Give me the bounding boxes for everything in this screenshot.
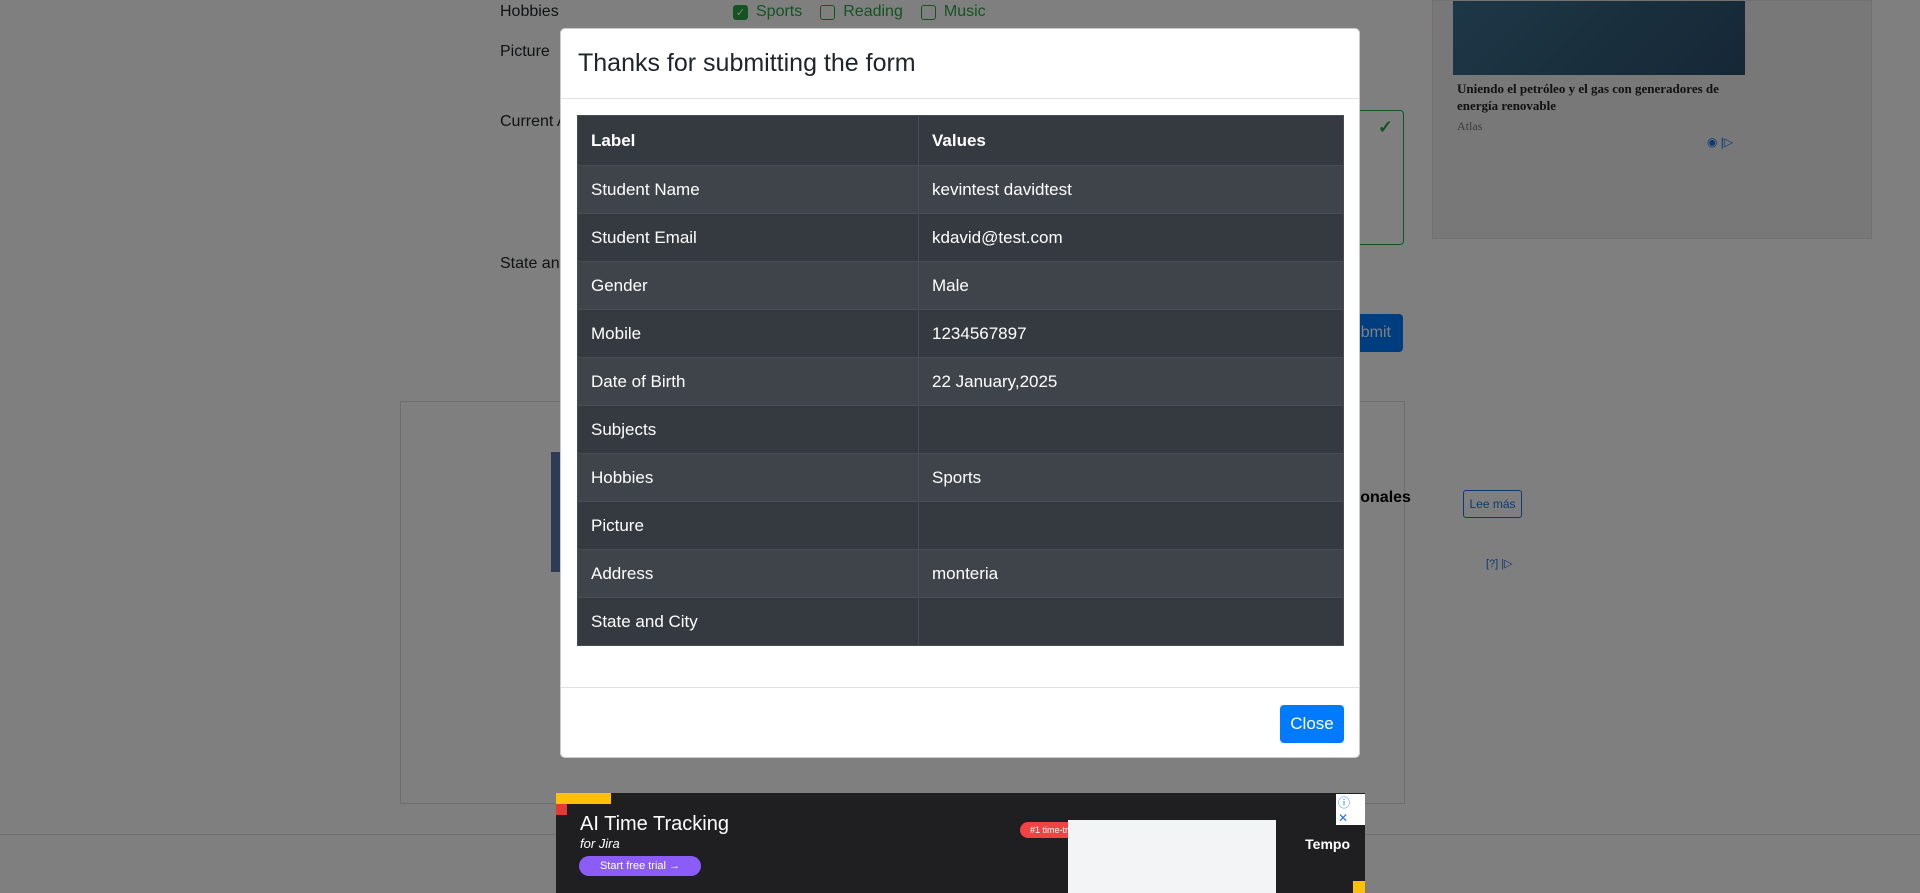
table-row: State and City — [577, 597, 1344, 646]
row-value: 1234567897 — [918, 309, 1344, 358]
decorative-shape — [556, 793, 611, 804]
table-row: Picture — [577, 501, 1344, 550]
close-button[interactable]: Close — [1280, 705, 1344, 743]
column-header-label: Label — [577, 115, 919, 166]
row-label: State and City — [577, 597, 919, 646]
row-value: Male — [918, 261, 1344, 310]
row-value — [918, 501, 1344, 550]
row-label: Picture — [577, 501, 919, 550]
modal-header: Thanks for submitting the form — [561, 29, 1359, 99]
table-row: Student Email kdavid@test.com — [577, 213, 1344, 262]
banner-screenshot — [1068, 820, 1276, 893]
row-label: Gender — [577, 261, 919, 310]
row-value: kevintest davidtest — [918, 165, 1344, 214]
row-value: monteria — [918, 549, 1344, 598]
table-row: Address monteria — [577, 549, 1344, 598]
column-header-values: Values — [918, 115, 1344, 166]
modal-footer: Close — [561, 687, 1359, 758]
row-value: Sports — [918, 453, 1344, 502]
row-label: Hobbies — [577, 453, 919, 502]
row-label: Address — [577, 549, 919, 598]
table-row: Gender Male — [577, 261, 1344, 310]
table-row: Student Name kevintest davidtest — [577, 165, 1344, 214]
banner-brand-logo: Tempo — [1305, 836, 1350, 852]
ad-close-icon[interactable]: ⓘ ✕ — [1336, 794, 1365, 825]
row-value: 22 January,2025 — [918, 357, 1344, 406]
table-row: Mobile 1234567897 — [577, 309, 1344, 358]
banner-cta-button[interactable]: Start free trial → — [579, 856, 701, 876]
banner-title: AI Time Tracking — [580, 813, 729, 835]
row-label: Mobile — [577, 309, 919, 358]
decorative-shape — [1353, 881, 1365, 893]
row-value: kdavid@test.com — [918, 213, 1344, 262]
row-value — [918, 405, 1344, 454]
row-value — [918, 597, 1344, 646]
row-label: Date of Birth — [577, 357, 919, 406]
table-row: Date of Birth 22 January,2025 — [577, 357, 1344, 406]
row-label: Subjects — [577, 405, 919, 454]
table-header-row: Label Values — [577, 115, 1344, 166]
results-table: Label Values Student Name kevintest davi… — [577, 115, 1344, 646]
decorative-shape — [556, 804, 567, 815]
banner-subtitle: for Jira — [580, 836, 620, 851]
row-label: Student Name — [577, 165, 919, 214]
table-row: Hobbies Sports — [577, 453, 1344, 502]
table-row: Subjects — [577, 405, 1344, 454]
modal-title: Thanks for submitting the form — [578, 49, 916, 77]
row-label: Student Email — [577, 213, 919, 262]
modal-body: Label Values Student Name kevintest davi… — [561, 99, 1359, 646]
submission-modal: Thanks for submitting the form Label Val… — [560, 28, 1360, 758]
bottom-banner-ad[interactable]: AI Time Tracking for Jira Start free tri… — [556, 793, 1365, 893]
